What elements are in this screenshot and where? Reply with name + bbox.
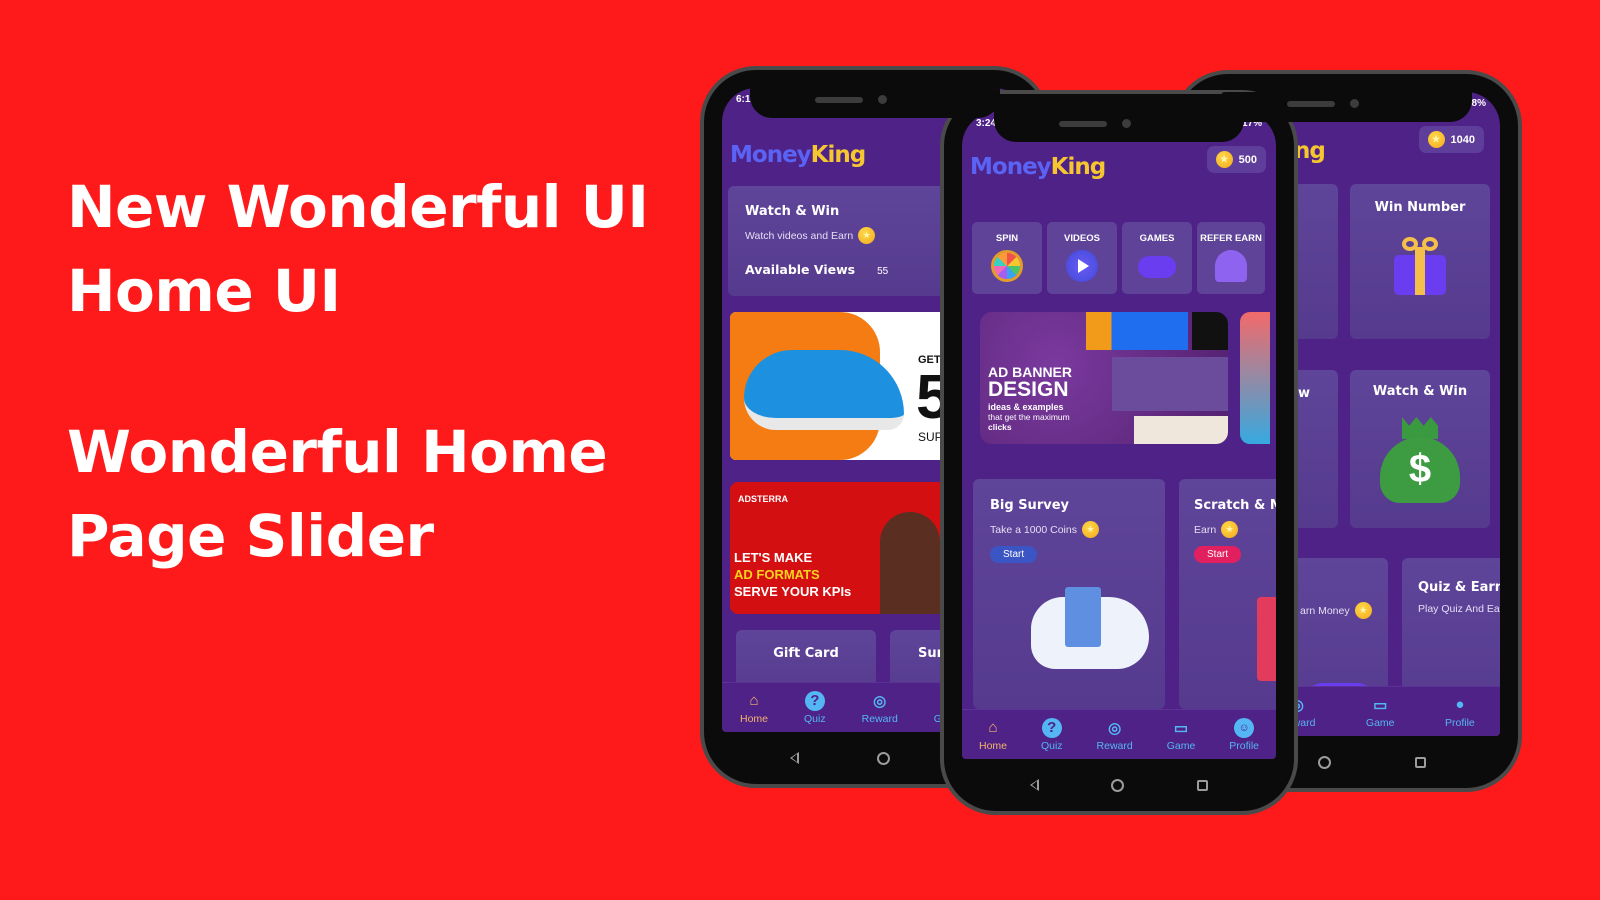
play-icon [1066, 250, 1098, 282]
thumb-mcdonalds [1192, 312, 1228, 350]
coin-icon [1221, 521, 1239, 538]
phone-center: 3:24 17% MoneyKing 500 SPIN VIDEOS GAMES… [940, 90, 1298, 815]
system-home-button[interactable] [877, 751, 890, 765]
card-scratch[interactable]: Scratch & Me Earn Start [1179, 479, 1276, 709]
headline-line-4: Page Slider [67, 502, 434, 570]
headline-line-3: Wonderful Home [67, 418, 608, 486]
coin-icon [1215, 151, 1233, 168]
woman-image [880, 512, 940, 614]
system-nav [944, 767, 1294, 803]
headline-line-2: Home UI [67, 257, 341, 325]
notch [1222, 92, 1472, 122]
start-button[interactable]: Start [990, 546, 1038, 563]
nav-reward[interactable]: ◎Reward [1097, 718, 1133, 752]
quick-spin[interactable]: SPIN [972, 222, 1042, 294]
nav-quiz[interactable]: ? Quiz [804, 690, 826, 725]
thumb-black-friday [1086, 312, 1188, 350]
status-time: 3:24 [976, 118, 997, 129]
nav-quiz[interactable]: ? Quiz [1041, 717, 1063, 752]
gamepad-icon: ▭ [1373, 696, 1388, 714]
coin-icon [858, 227, 876, 244]
home-icon: ⌂ [988, 719, 998, 736]
card-big-survey[interactable]: Big Survey Take a 1000 Coins Start [973, 479, 1165, 709]
profile-icon: ☺ [1234, 717, 1255, 738]
nav-profile[interactable]: ☺ Profile [1229, 717, 1259, 752]
start-button[interactable]: Start [1194, 546, 1242, 563]
nav-home[interactable]: ⌂ Home [740, 691, 768, 725]
bottom-nav: ⌂ Home ? Quiz ◎ Reward ▭ Game ☺ Profile [962, 709, 1276, 759]
spin-wheel-icon [991, 250, 1023, 282]
medal-icon: ◎ [1108, 719, 1122, 737]
scratch-card-illustration [1257, 597, 1276, 681]
quick-refer-earn[interactable]: REFER EARN [1197, 222, 1265, 294]
phone-center-screen: 3:24 17% MoneyKing 500 SPIN VIDEOS GAMES… [962, 112, 1276, 759]
coin-icon [1427, 131, 1445, 148]
profile-icon: ● [1455, 696, 1465, 713]
headline-block-1: New Wonderful UI Home UI [67, 165, 649, 333]
home-icon: ⌂ [749, 692, 759, 709]
system-home-button[interactable] [1111, 778, 1125, 792]
gift-icon [1392, 237, 1448, 295]
tile-partial-left[interactable] [1294, 184, 1338, 339]
system-recents-button[interactable] [1415, 756, 1426, 768]
coin-count: 500 [1238, 153, 1257, 166]
app-logo: MoneyKing [730, 142, 866, 168]
headline-line-1: New Wonderful UI [67, 173, 649, 241]
coin-count: 1040 [1450, 133, 1475, 146]
question-icon: ? [804, 690, 825, 711]
system-back-button[interactable] [790, 752, 799, 764]
nav-profile[interactable]: ● Profile [1445, 695, 1475, 729]
notch [994, 112, 1244, 142]
gamepad-icon [1138, 256, 1176, 278]
coin-icon [1081, 521, 1099, 538]
nav-reward[interactable]: ◎Reward [862, 691, 898, 725]
system-recents-button[interactable] [1196, 779, 1208, 791]
nav-game[interactable]: ▭Game [1366, 695, 1395, 729]
system-home-button[interactable] [1318, 755, 1331, 769]
thumb-spotify [1112, 357, 1228, 411]
survey-illustration [1031, 587, 1149, 669]
gamepad-icon: ▭ [1173, 719, 1189, 737]
available-views-label: Available Views [745, 262, 856, 277]
ad-banner-design[interactable]: AD BANNER DESIGN ideas & examples that g… [980, 312, 1228, 444]
nav-game[interactable]: ▭Game [1167, 718, 1196, 752]
coin-icon [1354, 602, 1372, 619]
wizard-icon [1215, 250, 1247, 282]
app-logo: ng [1294, 138, 1326, 164]
tile-partial-left-2[interactable]: w [1294, 370, 1338, 528]
headline-block-2: Wonderful Home Page Slider [67, 410, 608, 578]
quick-videos[interactable]: VIDEOS [1047, 222, 1117, 294]
nav-home[interactable]: ⌂ Home [979, 718, 1007, 752]
money-bag-icon: $ [1375, 417, 1465, 505]
app-logo: MoneyKing [970, 154, 1106, 180]
ad-banner-next-peek[interactable] [1240, 312, 1270, 444]
notch [750, 88, 1000, 118]
tile-win-number[interactable]: Win Number [1350, 184, 1490, 339]
tile-watch-win[interactable]: Watch & Win $ [1350, 370, 1490, 528]
quick-games[interactable]: GAMES [1122, 222, 1192, 294]
available-views-value: 55 [877, 266, 889, 277]
question-icon: ? [1041, 717, 1062, 738]
shoe-image [744, 350, 904, 430]
medal-icon: ◎ [873, 692, 887, 710]
coin-balance[interactable]: 1040 [1418, 126, 1484, 153]
thumb-ipad [1134, 416, 1228, 444]
coin-balance[interactable]: 500 [1206, 146, 1266, 173]
system-back-button[interactable] [1030, 779, 1040, 791]
